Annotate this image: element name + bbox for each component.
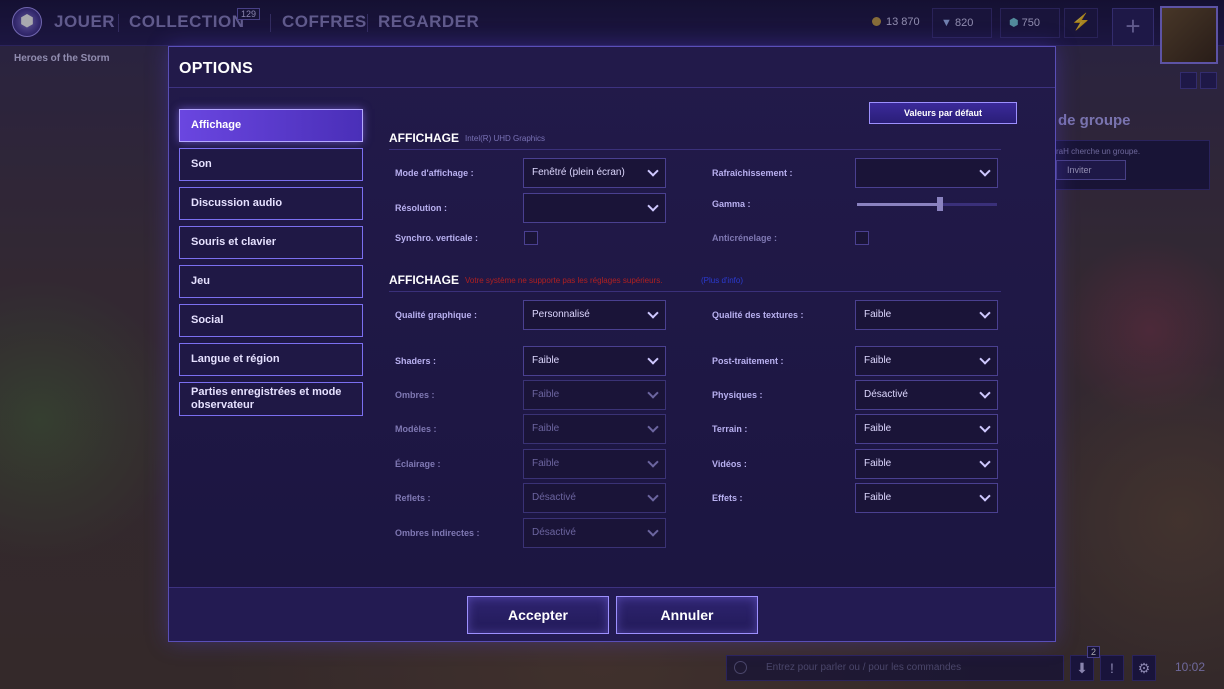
graphics-quality-label: Qualité graphique :: [395, 310, 478, 320]
cancel-button[interactable]: Annuler: [616, 596, 758, 634]
chevron-down-icon: [648, 166, 658, 176]
videos-dropdown[interactable]: Faible: [855, 449, 998, 479]
physics-label: Physiques :: [712, 390, 763, 400]
videos-label: Vidéos :: [712, 459, 747, 469]
chevron-down-icon: [980, 388, 990, 398]
chevron-down-icon: [980, 491, 990, 501]
shaders-dropdown[interactable]: Faible: [523, 346, 666, 376]
sidebar-item-label: Affichage: [191, 119, 242, 131]
gamma-label: Gamma :: [712, 199, 751, 209]
dialog-title: OPTIONS: [179, 60, 254, 77]
shaders-label: Shaders :: [395, 356, 437, 366]
dropdown-value: Désactivé: [532, 527, 576, 538]
shadows-label: Ombres :: [395, 390, 435, 400]
chevron-down-icon: [980, 166, 990, 176]
dropdown-value: Faible: [864, 458, 892, 469]
chevron-down-icon: [980, 422, 990, 432]
shadows-dropdown[interactable]: Faible: [523, 380, 666, 410]
models-label: Modèles :: [395, 424, 437, 434]
chevron-down-icon: [648, 388, 658, 398]
sidebar-item-discussion-audio[interactable]: Discussion audio: [179, 187, 363, 220]
physics-dropdown[interactable]: Désactivé: [855, 380, 998, 410]
vsync-label: Synchro. verticale :: [395, 233, 479, 243]
accept-button[interactable]: Accepter: [467, 596, 609, 634]
section-divider: [389, 149, 1001, 150]
terrain-label: Terrain :: [712, 424, 748, 434]
section-title-quality: AFFICHAGE: [389, 273, 459, 287]
graphics-quality-dropdown[interactable]: Personnalisé: [523, 300, 666, 330]
chevron-down-icon: [648, 354, 658, 364]
dropdown-value: Faible: [532, 355, 560, 366]
terrain-dropdown[interactable]: Faible: [855, 414, 998, 444]
lighting-label: Éclairage :: [395, 459, 441, 469]
post-processing-dropdown[interactable]: Faible: [855, 346, 998, 376]
sidebar-item-label: Discussion audio: [191, 197, 283, 209]
dropdown-value: Faible: [532, 423, 560, 434]
header-divider: [169, 87, 1055, 88]
resolution-label: Résolution :: [395, 203, 447, 213]
dropdown-value: Personnalisé: [532, 309, 590, 320]
post-processing-label: Post-traitement :: [712, 356, 784, 366]
dropdown-value: Faible: [864, 423, 892, 434]
vsync-checkbox[interactable]: [524, 231, 538, 245]
chevron-down-icon: [648, 526, 658, 536]
effects-label: Effets :: [712, 493, 743, 503]
effects-dropdown[interactable]: Faible: [855, 483, 998, 513]
sidebar-item-label: Souris et clavier: [191, 236, 276, 248]
dropdown-value: Faible: [532, 389, 560, 400]
sidebar-item-son[interactable]: Son: [179, 148, 363, 181]
chevron-down-icon: [980, 308, 990, 318]
options-dialog: OPTIONS Affichage Son Discussion audio S…: [168, 46, 1056, 642]
texture-quality-dropdown[interactable]: Faible: [855, 300, 998, 330]
dropdown-value: Faible: [864, 309, 892, 320]
sidebar-item-langue-region[interactable]: Langue et région: [179, 343, 363, 376]
sidebar-item-affichage[interactable]: Affichage: [179, 109, 363, 142]
sidebar-item-label: Langue et région: [191, 353, 280, 365]
dropdown-value: Faible: [864, 492, 892, 503]
reflections-dropdown[interactable]: Désactivé: [523, 483, 666, 513]
more-info-link[interactable]: (Plus d'info): [701, 276, 743, 285]
chevron-down-icon: [980, 354, 990, 364]
display-mode-dropdown[interactable]: Fenêtré (plein écran): [523, 158, 666, 188]
antialiasing-checkbox[interactable]: [855, 231, 869, 245]
sidebar-item-label: Jeu: [191, 275, 210, 287]
chevron-down-icon: [648, 491, 658, 501]
chevron-down-icon: [648, 201, 658, 211]
display-mode-label: Mode d'affichage :: [395, 168, 474, 178]
refresh-rate-label: Rafraîchissement :: [712, 168, 793, 178]
default-values-button[interactable]: Valeurs par défaut: [869, 102, 1017, 124]
sidebar-item-label: Social: [191, 314, 224, 326]
reflections-label: Reflets :: [395, 493, 431, 503]
sidebar-item-label: Parties enregistrées et mode observateur: [191, 386, 342, 411]
refresh-rate-dropdown[interactable]: [855, 158, 998, 188]
indirect-shadows-label: Ombres indirectes :: [395, 528, 480, 538]
gamma-slider-thumb[interactable]: [937, 197, 943, 211]
sidebar-item-jeu[interactable]: Jeu: [179, 265, 363, 298]
section-title-display: AFFICHAGE: [389, 131, 459, 145]
chevron-down-icon: [648, 457, 658, 467]
sidebar-item-label: Son: [191, 158, 212, 170]
dropdown-value: Faible: [532, 458, 560, 469]
unsupported-warning: Votre système ne supporte pas les réglag…: [465, 276, 663, 285]
gpu-name: Intel(R) UHD Graphics: [465, 134, 546, 143]
section-divider: [389, 291, 1001, 292]
chevron-down-icon: [648, 422, 658, 432]
gamma-slider-fill: [857, 203, 940, 206]
dialog-footer: [169, 587, 1055, 641]
dropdown-value: Faible: [864, 355, 892, 366]
sidebar-item-social[interactable]: Social: [179, 304, 363, 337]
antialiasing-label: Anticrénelage :: [712, 233, 778, 243]
resolution-dropdown[interactable]: [523, 193, 666, 223]
dropdown-value: Désactivé: [864, 389, 908, 400]
chevron-down-icon: [980, 457, 990, 467]
dropdown-value: Désactivé: [532, 492, 576, 503]
texture-quality-label: Qualité des textures :: [712, 310, 804, 320]
indirect-shadows-dropdown[interactable]: Désactivé: [523, 518, 666, 548]
sidebar-item-parties-enregistrees[interactable]: Parties enregistrées et mode observateur: [179, 382, 363, 416]
lighting-dropdown[interactable]: Faible: [523, 449, 666, 479]
chevron-down-icon: [648, 308, 658, 318]
dropdown-value: Fenêtré (plein écran): [532, 167, 625, 178]
sidebar-item-souris-clavier[interactable]: Souris et clavier: [179, 226, 363, 259]
models-dropdown[interactable]: Faible: [523, 414, 666, 444]
